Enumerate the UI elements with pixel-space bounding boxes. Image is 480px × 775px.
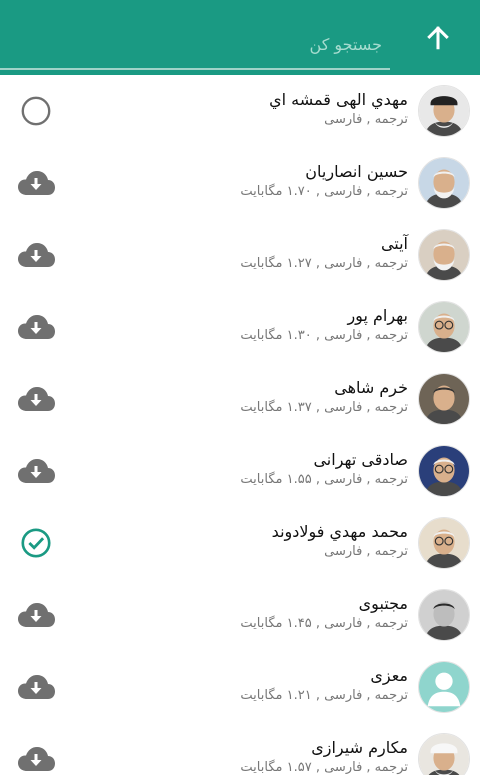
list-item-text: مهدي الهی قمشه اي ترجمه , فارسی: [108, 89, 408, 129]
list-item-text: آیتی ترجمه , فارسی , ۱.۲۷ مگابایت: [108, 233, 408, 273]
avatar: [418, 157, 470, 209]
select-button[interactable]: [14, 524, 58, 562]
translation-details: ترجمه , فارسی , ۱.۲۷ مگابایت: [240, 256, 408, 271]
avatar: [418, 445, 470, 497]
avatar: [418, 301, 470, 353]
translator-name: حسين انصاريان: [305, 162, 408, 181]
list-item-text: مکارم شیرازی ترجمه , فارسی , ۱.۵۷ مگابایت: [108, 737, 408, 775]
avatar: [418, 589, 470, 641]
cloud-download-icon: [16, 385, 56, 413]
translation-details: ترجمه , فارسی , ۱.۵۷ مگابایت: [240, 760, 408, 775]
list-item-text: محمد مهدي فولادوند ترجمه , فارسی: [108, 521, 408, 561]
translation-details: ترجمه , فارسی , ۱.۵۵ مگابایت: [240, 472, 408, 487]
translator-name: معزی: [370, 666, 408, 685]
translation-details: ترجمه , فارسی , ۱.۷۰ مگابایت: [240, 184, 408, 199]
avatar: [418, 517, 470, 569]
radio-empty-icon: [19, 94, 53, 128]
list-item[interactable]: خرم شاهی ترجمه , فارسی , ۱.۳۷ مگابایت: [0, 363, 480, 435]
check-circle-icon: [19, 526, 53, 560]
translation-details: ترجمه , فارسی , ۱.۲۱ مگابایت: [240, 688, 408, 703]
translator-name: مکارم شیرازی: [311, 738, 408, 757]
list-item[interactable]: معزی ترجمه , فارسی , ۱.۲۱ مگابایت: [0, 651, 480, 723]
translator-name: مهدي الهی قمشه اي: [269, 90, 408, 109]
cloud-download-icon: [16, 313, 56, 341]
translation-details: ترجمه , فارسی: [324, 544, 408, 559]
app-bar: [0, 0, 480, 75]
download-button[interactable]: [14, 596, 58, 634]
translation-details: ترجمه , فارسی , ۱.۳۰ مگابایت: [240, 328, 408, 343]
list-item[interactable]: مجتبوی ترجمه , فارسی , ۱.۴۵ مگابایت: [0, 579, 480, 651]
list-item-text: معزی ترجمه , فارسی , ۱.۲۱ مگابایت: [108, 665, 408, 705]
cloud-download-icon: [16, 673, 56, 701]
list-item[interactable]: صادقی تهرانی ترجمه , فارسی , ۱.۵۵ مگابایت: [0, 435, 480, 507]
translator-name: بهرام پور: [347, 306, 408, 325]
download-button[interactable]: [14, 236, 58, 274]
list-item-text: مجتبوی ترجمه , فارسی , ۱.۴۵ مگابایت: [108, 593, 408, 633]
avatar: [418, 85, 470, 137]
list-item[interactable]: محمد مهدي فولادوند ترجمه , فارسی: [0, 507, 480, 579]
download-button[interactable]: [14, 308, 58, 346]
cloud-download-icon: [16, 241, 56, 269]
translator-name: محمد مهدي فولادوند: [271, 522, 408, 541]
download-button[interactable]: [14, 164, 58, 202]
translation-details: ترجمه , فارسی: [324, 112, 408, 127]
avatar: [418, 661, 470, 713]
cloud-download-icon: [16, 457, 56, 485]
translator-name: صادقی تهرانی: [313, 450, 408, 469]
translator-name: مجتبوی: [358, 594, 408, 613]
list-item-text: خرم شاهی ترجمه , فارسی , ۱.۳۷ مگابایت: [108, 377, 408, 417]
list-item[interactable]: مکارم شیرازی ترجمه , فارسی , ۱.۵۷ مگابایت: [0, 723, 480, 775]
avatar: [418, 733, 470, 775]
cloud-download-icon: [16, 745, 56, 773]
translator-name: خرم شاهی: [334, 378, 408, 397]
back-button[interactable]: [414, 17, 462, 59]
list-item[interactable]: آیتی ترجمه , فارسی , ۱.۲۷ مگابایت: [0, 219, 480, 291]
cloud-download-icon: [16, 169, 56, 197]
list-item[interactable]: مهدي الهی قمشه اي ترجمه , فارسی: [0, 75, 480, 147]
download-button[interactable]: [14, 380, 58, 418]
avatar: [418, 229, 470, 281]
search-input[interactable]: [0, 20, 390, 68]
download-button[interactable]: [14, 452, 58, 490]
cloud-download-icon: [16, 601, 56, 629]
list-item-text: حسين انصاريان ترجمه , فارسی , ۱.۷۰ مگابای…: [108, 161, 408, 201]
list-item-text: صادقی تهرانی ترجمه , فارسی , ۱.۵۵ مگابایت: [108, 449, 408, 489]
select-button[interactable]: [14, 92, 58, 130]
translator-name: آیتی: [380, 234, 408, 253]
avatar: [418, 373, 470, 425]
arrow-up-icon: [427, 26, 449, 50]
list-item[interactable]: بهرام پور ترجمه , فارسی , ۱.۳۰ مگابایت: [0, 291, 480, 363]
translation-details: ترجمه , فارسی , ۱.۳۷ مگابایت: [240, 400, 408, 415]
download-button[interactable]: [14, 668, 58, 706]
translation-list: مهدي الهی قمشه اي ترجمه , فارسی حسين انصار…: [0, 75, 480, 775]
list-item-text: بهرام پور ترجمه , فارسی , ۱.۳۰ مگابایت: [108, 305, 408, 345]
search-field[interactable]: [0, 20, 390, 70]
download-button[interactable]: [14, 740, 58, 775]
list-item[interactable]: حسين انصاريان ترجمه , فارسی , ۱.۷۰ مگابای…: [0, 147, 480, 219]
translation-details: ترجمه , فارسی , ۱.۴۵ مگابایت: [240, 616, 408, 631]
